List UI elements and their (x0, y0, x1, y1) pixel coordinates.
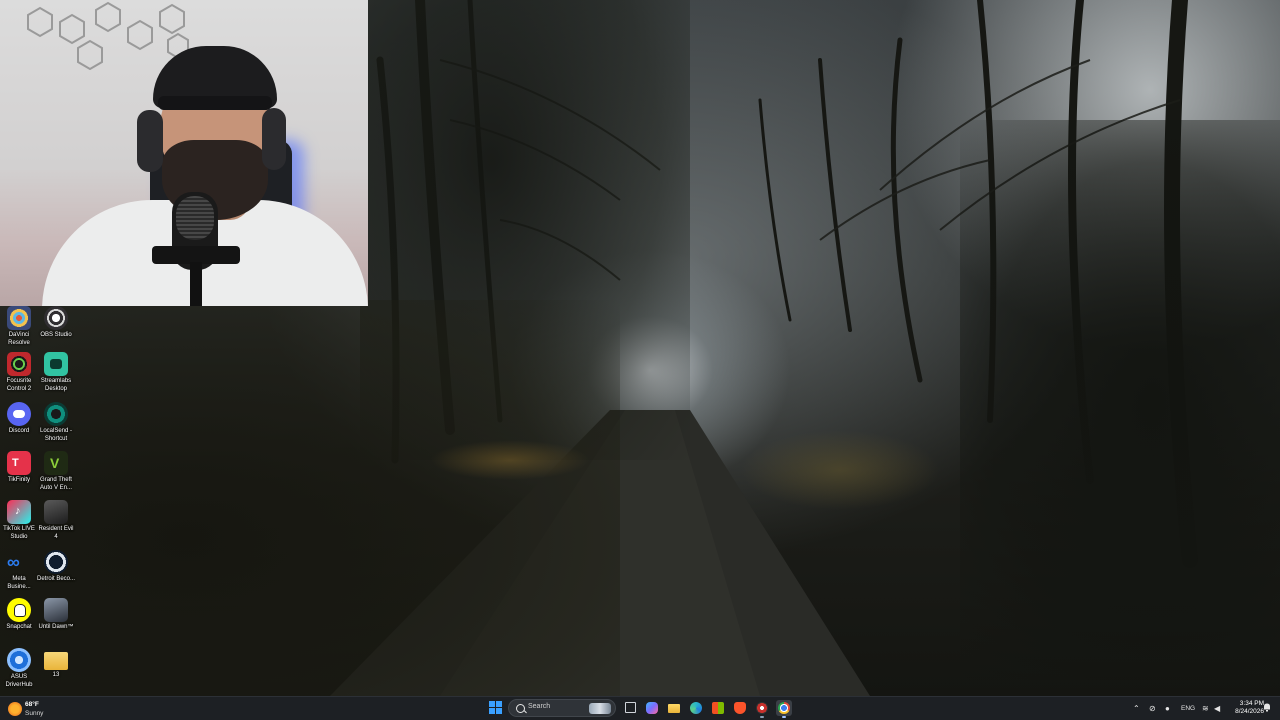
copilot-icon (646, 702, 658, 714)
desktop-icon-detroit[interactable]: Detroit Beco... (37, 550, 75, 584)
desktop-icon-asus-driverhub[interactable]: ASUS DriverHub (0, 648, 38, 689)
desktop-icon-gta-v[interactable]: V Grand Theft Auto V En... (37, 451, 75, 492)
discord-icon (7, 402, 31, 426)
taskbar-search-box[interactable]: Search (508, 699, 616, 717)
localsend-icon (44, 402, 68, 426)
microsoft-store-button[interactable] (710, 700, 726, 716)
taskbar: 68°F Sunny Search ⌃ ⊘ ● ENG ≋ ◀ 3:34 PM … (0, 696, 1280, 720)
chrome-button[interactable] (776, 700, 792, 718)
desktop-icon-streamlabs[interactable]: Streamlabs Desktop (37, 352, 75, 393)
start-button[interactable] (489, 701, 503, 715)
folder-icon (44, 652, 68, 670)
language-indicator[interactable]: ENG (1181, 705, 1195, 712)
task-view-button[interactable] (623, 700, 639, 716)
gta-v-icon: V (44, 451, 68, 475)
desktop-icon-davinci-resolve[interactable]: DaVinci Resolve (0, 306, 38, 347)
resident-evil-4-icon (44, 500, 68, 524)
desktop-icon-resident-evil-4[interactable]: Resident Evil 4 (37, 500, 75, 541)
store-icon (712, 702, 724, 714)
notification-bell-icon[interactable] (1263, 703, 1271, 712)
edge-icon (690, 702, 702, 714)
webcam-overlay (0, 0, 368, 306)
windows-icon (489, 701, 495, 707)
task-view-icon (625, 702, 636, 713)
obs-studio-icon (44, 306, 68, 330)
tiktok-live-icon: ♪ (7, 500, 31, 524)
search-highlight-image (589, 703, 611, 714)
desktop-icons: DaVinci Resolve OBS Studio Focusrite Con… (0, 306, 80, 696)
chrome-icon (778, 702, 790, 714)
microphone-icon[interactable]: ● (1165, 704, 1170, 713)
desktop-icon-until-dawn[interactable]: Until Dawn™ (37, 598, 75, 632)
desktop-icon-obs-studio[interactable]: OBS Studio (37, 306, 75, 340)
volume-icon[interactable]: ◀ (1214, 704, 1220, 713)
until-dawn-icon (44, 598, 68, 622)
davinci-resolve-icon (7, 306, 31, 330)
snapchat-icon (7, 598, 31, 622)
desktop-icon-focusrite[interactable]: Focusrite Control 2 (0, 352, 38, 393)
streamlabs-icon (44, 352, 68, 376)
file-explorer-button[interactable] (666, 700, 682, 716)
weather-widget[interactable]: 68°F Sunny (8, 700, 68, 718)
desktop-icon-discord[interactable]: Discord (0, 402, 38, 436)
search-icon (516, 704, 525, 713)
obs-button[interactable] (754, 700, 770, 718)
tikfinity-icon: T (7, 451, 31, 475)
file-explorer-icon (668, 704, 680, 713)
obs-icon (756, 702, 768, 714)
desktop-icon-snapchat[interactable]: Snapchat (0, 598, 38, 632)
detroit-icon (44, 550, 68, 574)
desktop-icon-localsend[interactable]: LocalSend - Shortcut (37, 402, 75, 443)
asus-driverhub-icon (7, 648, 31, 672)
chevron-up-icon[interactable]: ⌃ (1133, 704, 1140, 713)
desktop-icon-meta-business[interactable]: ∞ Meta Busine... (0, 550, 38, 591)
brave-button[interactable] (732, 700, 748, 716)
wifi-icon[interactable]: ≋ (1202, 704, 1209, 713)
sun-icon (8, 702, 22, 716)
system-clock[interactable]: 3:34 PM 8/24/2026 (1226, 700, 1264, 716)
desktop-icon-tikfinity[interactable]: T TikFinity (0, 451, 38, 485)
focusrite-icon (7, 352, 31, 376)
brave-icon (734, 702, 746, 714)
desktop-icon-folder-13[interactable]: 13 (37, 648, 75, 680)
meta-business-icon: ∞ (7, 552, 20, 572)
edge-button[interactable] (688, 700, 704, 716)
desktop-icon-tiktok-live[interactable]: ♪ TikTok LIVE Studio (0, 500, 38, 541)
network-disabled-icon[interactable]: ⊘ (1149, 704, 1156, 713)
copilot-button[interactable] (644, 700, 660, 716)
